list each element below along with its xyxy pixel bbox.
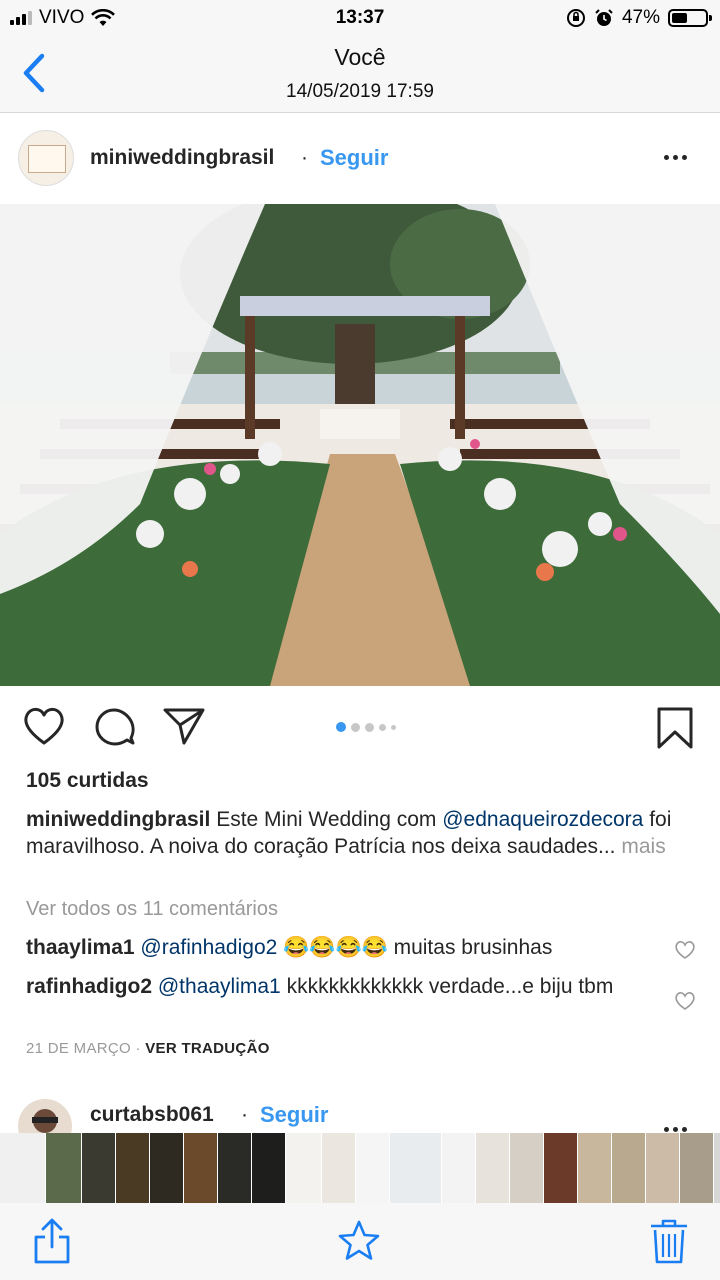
- post-photo[interactable]: [0, 204, 720, 686]
- nav-title: Você: [334, 44, 386, 70]
- view-all-comments-link[interactable]: Ver todos os 11 comentários: [26, 898, 278, 921]
- status-bar: VIVO 13:37 47%: [0, 0, 720, 36]
- thumbnail[interactable]: [714, 1133, 720, 1203]
- thumbnail[interactable]: [646, 1133, 680, 1203]
- wedding-ceremony-image: [0, 204, 720, 686]
- battery-icon: [668, 9, 712, 27]
- star-icon[interactable]: [337, 1217, 381, 1265]
- bottom-toolbar: [0, 1203, 720, 1280]
- thumbnail[interactable]: [442, 1133, 476, 1203]
- upload-icon[interactable]: [30, 1217, 74, 1265]
- see-translation-link[interactable]: VER TRADUÇÃO: [145, 1040, 269, 1057]
- carousel-dot: [336, 722, 346, 732]
- date-separator: ·: [131, 1040, 146, 1057]
- comment-username[interactable]: rafinhadigo2: [26, 975, 152, 998]
- post-username[interactable]: miniweddingbrasil: [90, 146, 274, 170]
- comment-like-heart-icon[interactable]: [674, 940, 696, 960]
- comment-text: kkkkkkkkkkkkk verdade...e biju tbm: [280, 975, 614, 998]
- thumbnail[interactable]: [46, 1133, 82, 1203]
- thumbnail[interactable]: [116, 1133, 150, 1203]
- heart-icon[interactable]: [22, 706, 66, 746]
- orientation-lock-icon: [566, 9, 585, 27]
- post-date: 21 DE MARÇO: [26, 1040, 131, 1057]
- more-icon[interactable]: [664, 145, 698, 169]
- thumbnail[interactable]: [82, 1133, 116, 1203]
- caption-username[interactable]: miniweddingbrasil: [26, 808, 210, 831]
- carousel-dot: [379, 723, 386, 731]
- thumbnail[interactable]: [356, 1133, 390, 1203]
- next-post-header: curtabsb061 · Seguir: [0, 1085, 720, 1153]
- thumbnail[interactable]: [184, 1133, 218, 1203]
- thumbnail[interactable]: [476, 1133, 510, 1203]
- photo-thumbnail-strip[interactable]: [0, 1133, 720, 1203]
- share-icon[interactable]: [162, 706, 206, 746]
- caption-mention[interactable]: @ednaqueirozdecora: [442, 808, 643, 831]
- separator-dot: ·: [301, 146, 308, 169]
- post-actions: [0, 700, 720, 756]
- thumbnail[interactable]: [612, 1133, 646, 1203]
- follow-button[interactable]: Seguir: [320, 145, 388, 171]
- caption-more-link[interactable]: mais: [616, 835, 665, 858]
- avatar[interactable]: [18, 130, 74, 186]
- comment-text: 😂😂😂😂 muitas brusinhas: [277, 936, 553, 959]
- nav-subtitle: 14/05/2019 17:59: [286, 81, 434, 102]
- follow-button[interactable]: Seguir: [260, 1102, 328, 1128]
- alarm-icon: [595, 9, 613, 26]
- comment-item: rafinhadigo2 @thaaylima1 kkkkkkkkkkkkk v…: [26, 973, 636, 1000]
- thumbnail[interactable]: [150, 1133, 184, 1203]
- carousel-dot: [365, 722, 374, 732]
- carousel-dot: [391, 724, 396, 730]
- thumbnail[interactable]: [680, 1133, 714, 1203]
- likes-count[interactable]: 105 curtidas: [26, 769, 149, 793]
- comment-username[interactable]: thaaylima1: [26, 936, 135, 959]
- thumbnail[interactable]: [218, 1133, 252, 1203]
- status-right-group: 47%: [566, 7, 712, 29]
- thumbnail[interactable]: [390, 1133, 442, 1203]
- comment-icon[interactable]: [94, 706, 136, 748]
- post-username[interactable]: curtabsb061: [90, 1103, 214, 1127]
- separator-dot: ·: [241, 1103, 248, 1126]
- thumbnail[interactable]: [510, 1133, 544, 1203]
- battery-percent: 47%: [621, 7, 660, 28]
- comment-item: thaaylima1 @rafinhadigo2 😂😂😂😂 muitas bru…: [26, 934, 636, 961]
- thumbnail[interactable]: [286, 1133, 322, 1203]
- thumbnail[interactable]: [0, 1133, 46, 1203]
- comment-mention[interactable]: @rafinhadigo2: [140, 936, 277, 959]
- caption-text-1: Este Mini Wedding com: [210, 808, 443, 831]
- navigation-bar: Você 14/05/2019 17:59: [0, 36, 720, 113]
- carousel-indicator: [336, 722, 396, 732]
- post-header: miniweddingbrasil · Seguir: [0, 113, 720, 203]
- trash-icon[interactable]: [647, 1217, 691, 1265]
- thumbnail[interactable]: [322, 1133, 356, 1203]
- thumbnail[interactable]: [578, 1133, 612, 1203]
- comment-mention[interactable]: @thaaylima1: [158, 975, 281, 998]
- thumbnail[interactable]: [252, 1133, 286, 1203]
- post-date-row: 21 DE MARÇO · VER TRADUÇÃO: [26, 1040, 270, 1057]
- carousel-dot: [351, 722, 360, 732]
- post-caption: miniweddingbrasil Este Mini Wedding com …: [26, 806, 686, 860]
- thumbnail[interactable]: [544, 1133, 578, 1203]
- bookmark-icon[interactable]: [656, 706, 694, 750]
- comment-like-heart-icon[interactable]: [674, 991, 696, 1011]
